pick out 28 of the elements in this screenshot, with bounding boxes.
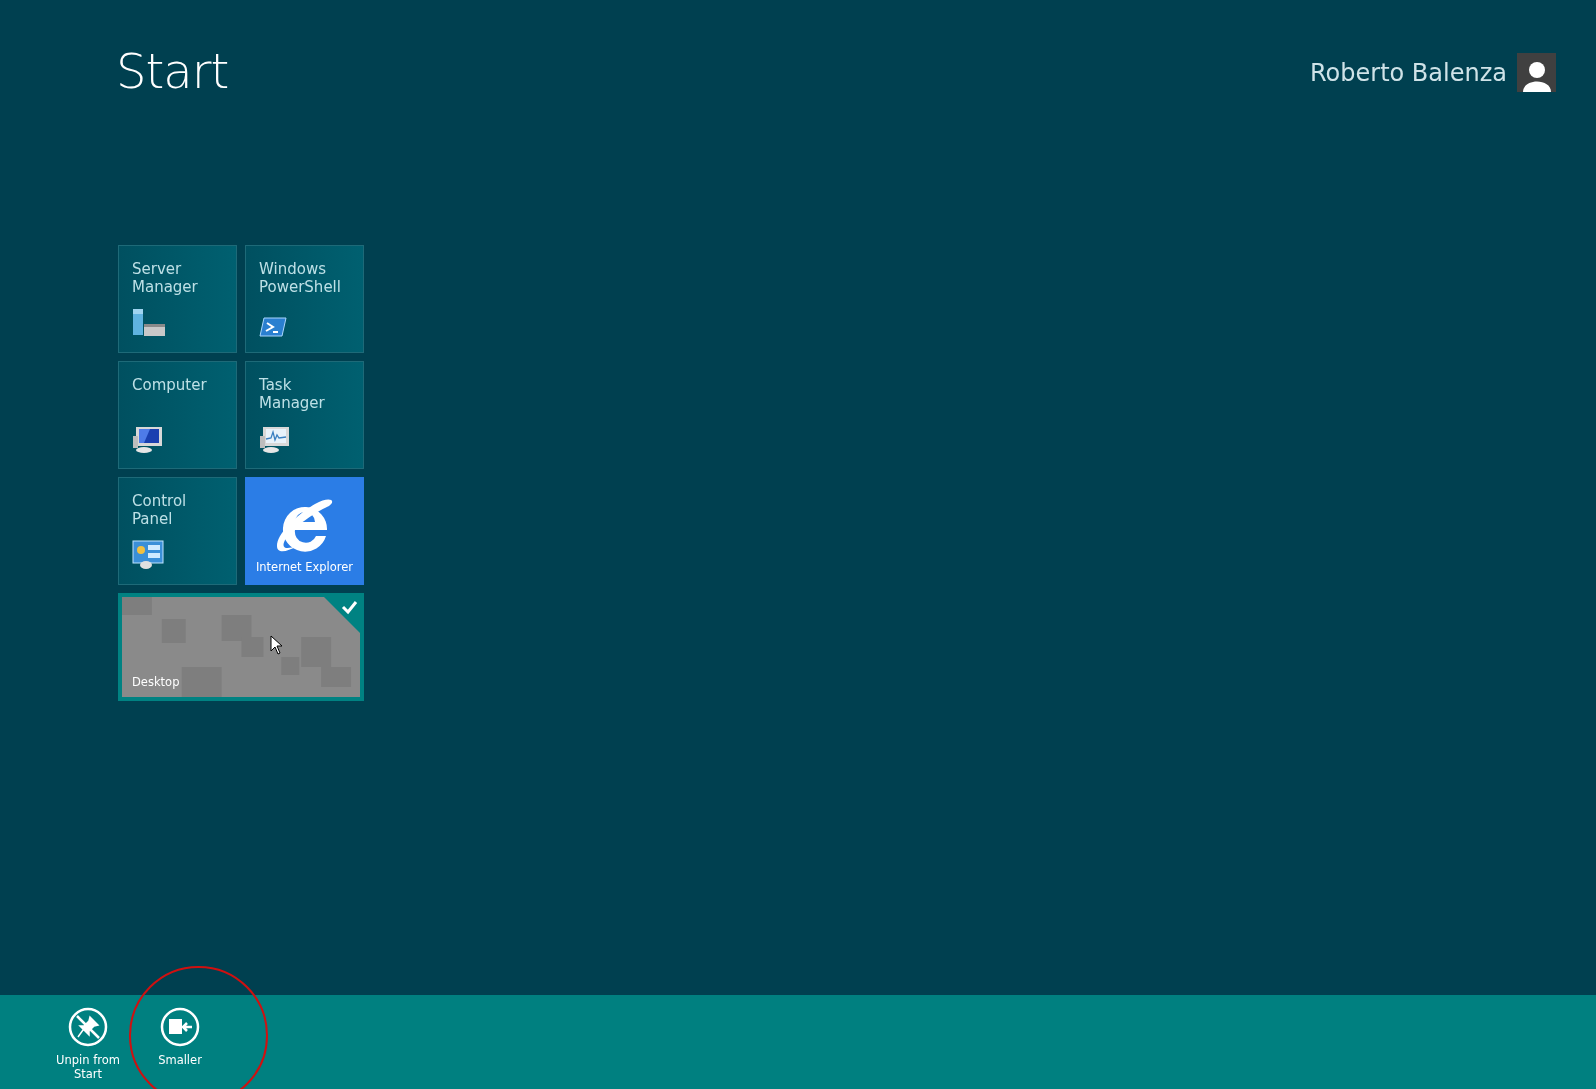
computer-icon bbox=[132, 426, 164, 454]
app-tile[interactable]: Control Panel bbox=[118, 477, 237, 585]
tile-label: Desktop bbox=[132, 674, 181, 691]
app-tile[interactable]: Windows PowerShell bbox=[245, 245, 364, 353]
tile-label: Computer bbox=[132, 376, 208, 394]
cursor-icon bbox=[270, 635, 283, 655]
tile-label: Internet Explorer bbox=[255, 559, 354, 576]
desktop-tile[interactable]: Desktop bbox=[118, 593, 364, 701]
tile-label: Control Panel bbox=[132, 492, 188, 528]
app-tile[interactable]: Server Manager bbox=[118, 245, 237, 353]
app-tile[interactable]: Internet Explorer bbox=[245, 477, 364, 585]
tile-label: Windows PowerShell bbox=[259, 260, 342, 296]
shrink-icon bbox=[160, 1007, 200, 1047]
avatar-icon[interactable] bbox=[1517, 53, 1556, 92]
terminal-icon bbox=[259, 316, 287, 338]
server-icon bbox=[132, 308, 166, 338]
page-title: Start bbox=[116, 42, 229, 101]
app-bar-command[interactable]: Smaller bbox=[145, 1007, 215, 1089]
monitor-chart-icon bbox=[259, 426, 291, 454]
app-tile[interactable]: Task Manager bbox=[245, 361, 364, 469]
check-icon bbox=[323, 596, 361, 634]
app-bar-command[interactable]: Unpin from Start bbox=[53, 1007, 123, 1089]
control-panel-icon bbox=[132, 540, 164, 570]
tile-label: Task Manager bbox=[259, 376, 326, 412]
unpin-icon bbox=[68, 1007, 108, 1047]
user-name: Roberto Balenza bbox=[1310, 58, 1507, 87]
tile-label: Server Manager bbox=[132, 260, 199, 296]
app-tile[interactable]: Computer bbox=[118, 361, 237, 469]
